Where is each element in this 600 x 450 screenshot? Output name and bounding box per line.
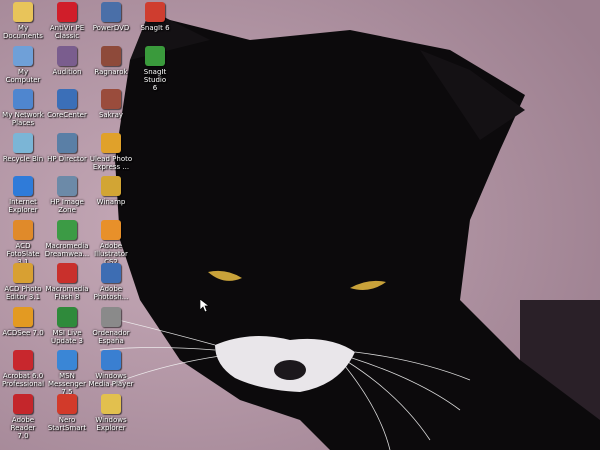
desktop-icon[interactable]: Adobe Illustrator CS2: [88, 219, 134, 266]
antivir-icon: [57, 2, 77, 22]
ragnarok-icon: [101, 45, 121, 66]
desktop-icon[interactable]: My Network Places: [0, 89, 46, 127]
desktop-icon-label: AntiVir PE Classic: [49, 24, 85, 40]
photoshop-icon: [101, 263, 121, 283]
desktop-icon-label: Adobe Reader 7.0: [10, 415, 36, 440]
corecenter-icon: [57, 89, 77, 109]
desktop: My Documents My Computer My Network Places…: [0, 0, 600, 450]
desktop-icon[interactable]: Adobe Reader 7.0: [0, 393, 46, 440]
adobe-reader-icon: [13, 393, 33, 414]
desktop-icon-label: MSI Live Update 3: [50, 328, 84, 345]
desktop-icon[interactable]: Internet Explorer: [0, 176, 46, 214]
desktop-icon[interactable]: My Computer: [0, 45, 46, 84]
desktop-icon[interactable]: Audition: [44, 45, 90, 76]
desktop-icon-label: Audition: [52, 67, 82, 76]
desktop-icon[interactable]: Adobe Photosh...: [88, 263, 134, 301]
desktop-icon-label: Adobe Illustrator CS2: [94, 241, 128, 266]
snagit-icon: [145, 2, 165, 22]
dreamweaver-icon: [57, 219, 77, 240]
acd-fotoslate-icon: [13, 219, 33, 240]
desktop-icon-label: Ragnarok: [94, 67, 128, 76]
desktop-icon[interactable]: Nero StartSmart: [44, 393, 90, 432]
desktop-icon-label: Nero StartSmart: [47, 415, 87, 432]
desktop-icon-label: PowerDVD: [92, 24, 130, 32]
desktop-icon[interactable]: ACD FotoSlate 3.1: [0, 219, 46, 266]
desktop-icon[interactable]: SnagIt Studio 6: [132, 45, 178, 92]
internet-explorer-icon: [13, 176, 33, 196]
snagit-studio-icon: [145, 45, 165, 66]
desktop-icon-label: Windows Media Player: [88, 372, 134, 388]
desktop-icon[interactable]: ACDSee 7.0: [0, 306, 46, 337]
desktop-icon[interactable]: Ragnarok: [88, 45, 134, 76]
computer-icon: [13, 45, 33, 66]
desktop-icon-label: My Computer: [5, 67, 41, 84]
desktop-icon-label: HP Director: [47, 154, 87, 163]
desktop-icon[interactable]: SnagIt 6: [132, 2, 178, 32]
msi-live-update-icon: [57, 306, 77, 327]
desktop-icon-label: SnagIt 6: [140, 24, 170, 32]
mouse-pointer-icon: [200, 299, 210, 313]
windows-explorer-icon: [101, 393, 121, 414]
desktop-icon-label: HP Image Zone: [50, 198, 84, 214]
network-icon: [13, 89, 33, 109]
recycle-bin-icon: [13, 132, 33, 153]
desktop-icon[interactable]: Recycle Bin: [0, 132, 46, 163]
desktop-icon[interactable]: MSN Messenger 7.5: [44, 350, 90, 396]
hp-director-icon: [57, 132, 77, 153]
msn-messenger-icon: [57, 350, 77, 370]
hp-image-zone-icon: [57, 176, 77, 196]
desktop-icon-label: Internet Explorer: [8, 198, 38, 214]
acdsee-icon: [13, 306, 33, 327]
desktop-icon[interactable]: Sakray: [88, 89, 134, 119]
desktop-icon-label: Winamp: [96, 198, 126, 206]
desktop-icon-label: SnagIt Studio 6: [143, 67, 167, 92]
winamp-icon: [101, 176, 121, 196]
desktop-icon-label: Macromedia Dreamwea...: [44, 241, 90, 258]
desktop-icon[interactable]: PowerDVD: [88, 2, 134, 32]
ulead-photo-express-icon: [101, 132, 121, 153]
desktop-icon-label: MSN Messenger 7.5: [47, 372, 86, 396]
media-player-icon: [101, 350, 121, 370]
sakray-icon: [101, 89, 121, 109]
desktop-icon-label: Windows Explorer: [95, 415, 127, 432]
nero-icon: [57, 393, 77, 414]
desktop-icon-label: My Network Places: [2, 111, 44, 127]
folder-documents-icon: [13, 2, 33, 22]
desktop-icon[interactable]: HP Director: [44, 132, 90, 163]
desktop-icon-label: Sakray: [98, 111, 124, 119]
desktop-icon-label: Adobe Photosh...: [93, 285, 129, 301]
desktop-icon[interactable]: CoreCenter: [44, 89, 90, 119]
desktop-icon-label: Ulead Photo Express ...: [89, 154, 133, 171]
audition-icon: [57, 45, 77, 66]
desktop-icon[interactable]: MSI Live Update 3: [44, 306, 90, 345]
acd-photo-editor-icon: [13, 263, 33, 283]
ordenador-icon: [101, 306, 121, 327]
acrobat-icon: [13, 350, 33, 370]
desktop-icon[interactable]: Acrobat 6.0 Professional: [0, 350, 46, 388]
desktop-icon-label: Macromedia Flash 8: [45, 285, 89, 301]
desktop-icon[interactable]: Macromedia Flash 8: [44, 263, 90, 301]
illustrator-icon: [101, 219, 121, 240]
desktop-icon-label: ACDSee 7.0: [2, 328, 44, 337]
desktop-icon[interactable]: Windows Explorer: [88, 393, 134, 432]
desktop-icon[interactable]: Winamp: [88, 176, 134, 206]
desktop-icon-label: Recycle Bin: [2, 154, 44, 163]
flash-icon: [57, 263, 77, 283]
desktop-icon[interactable]: Macromedia Dreamwea...: [44, 219, 90, 258]
desktop-icon[interactable]: HP Image Zone: [44, 176, 90, 214]
desktop-icon[interactable]: My Documents: [0, 2, 46, 40]
powerdvd-icon: [101, 2, 121, 22]
cat-nose: [274, 360, 306, 380]
desktop-icon[interactable]: AntiVir PE Classic: [44, 2, 90, 40]
desktop-icon-label: My Documents: [3, 24, 43, 40]
desktop-icon[interactable]: Ordenador España: [88, 306, 134, 345]
desktop-icon[interactable]: Windows Media Player: [88, 350, 134, 388]
desktop-icon-label: ACD Photo Editor 3.1: [4, 285, 42, 301]
desktop-icon-label: ACD FotoSlate 3.1: [6, 241, 40, 266]
desktop-icon-label: Acrobat 6.0 Professional: [1, 372, 45, 388]
desktop-icon[interactable]: ACD Photo Editor 3.1: [0, 263, 46, 301]
desktop-icon-label: CoreCenter: [47, 111, 87, 119]
desktop-icon[interactable]: Ulead Photo Express ...: [88, 132, 134, 171]
desktop-icon-label: Ordenador España: [92, 328, 130, 345]
